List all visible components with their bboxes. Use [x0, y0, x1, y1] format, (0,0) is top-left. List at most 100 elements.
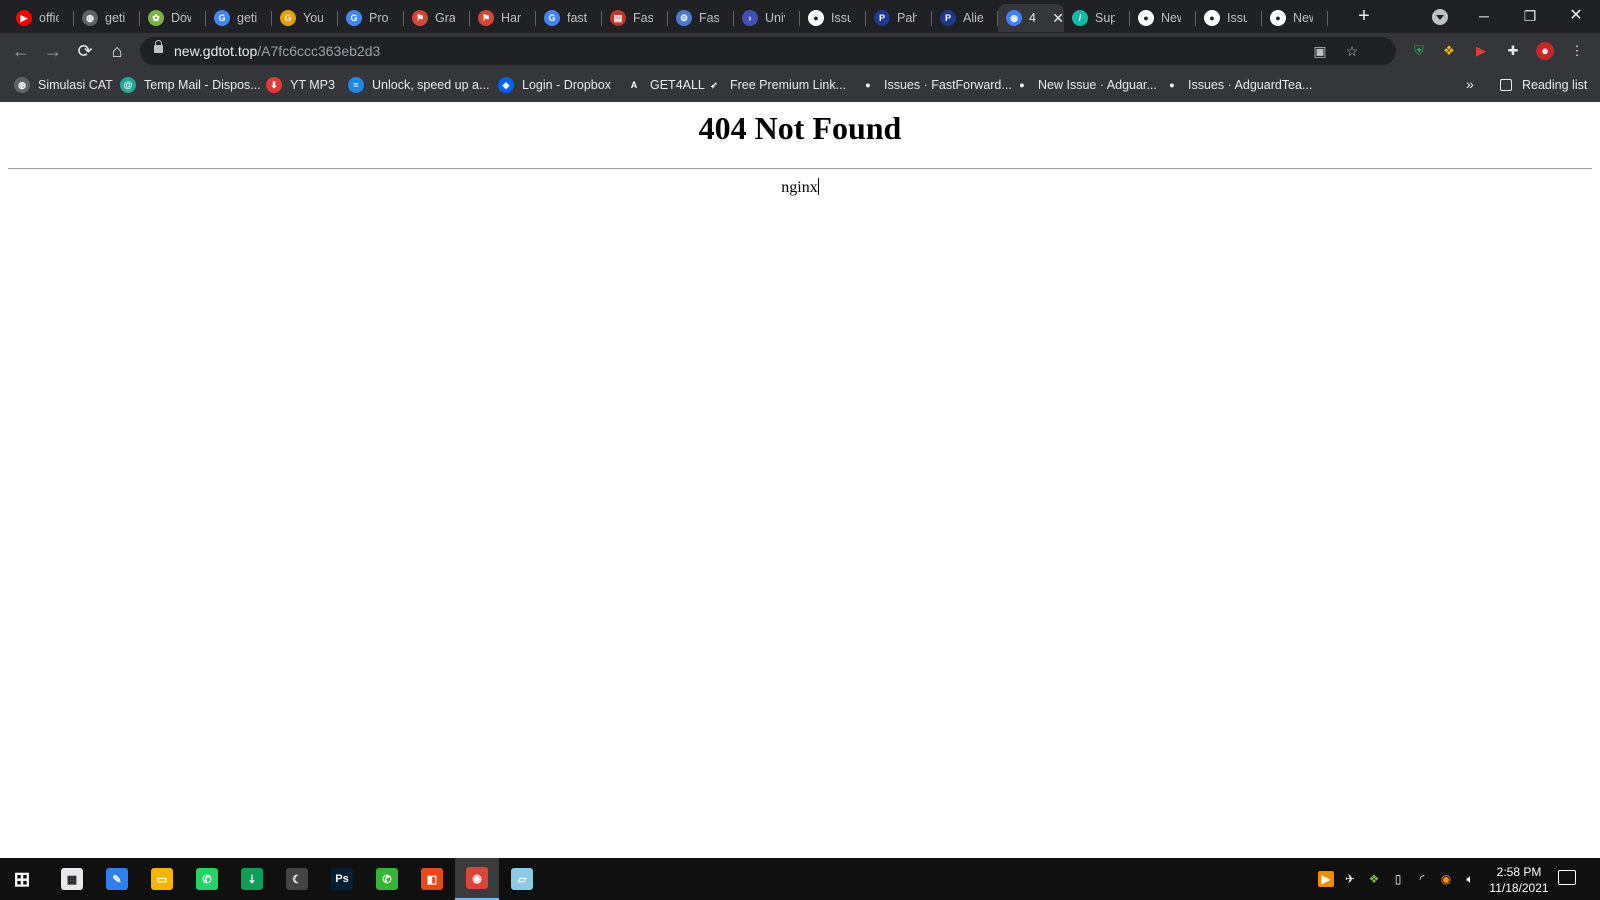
taskbar-app[interactable]: ▱ [500, 858, 544, 900]
tab-7[interactable]: ⚑ Gran [404, 4, 470, 32]
tab-label: Issue [831, 11, 851, 25]
lock-icon[interactable] [154, 40, 163, 53]
system-clock[interactable]: 2:58 PM 11/18/2021 [1484, 864, 1554, 896]
shield-extension-icon[interactable]: ⛨ [1410, 42, 1428, 60]
bookmark-item[interactable]: ➶ Free Premium Link... [706, 76, 846, 94]
tab-10[interactable]: ▤ FastF [602, 4, 668, 32]
tab-6[interactable]: G Prog [338, 4, 404, 32]
bookmark-label: Issues · FastForward... [884, 78, 1012, 92]
tab-label: office [39, 11, 59, 25]
rocket-icon: ➶ [706, 77, 722, 93]
tab-search-icon[interactable] [1432, 9, 1448, 25]
bookmark-item[interactable]: ● Issues · AdguardTea... [1164, 76, 1312, 94]
bookmark-item[interactable]: @ Temp Mail - Dispos... [120, 76, 261, 94]
bookmark-item[interactable]: ◍ Simulasi CAT [14, 76, 113, 94]
bookmark-label: Free Premium Link... [730, 78, 847, 92]
new-tab-button[interactable]: + [1352, 5, 1376, 29]
windows-flag-icon: ⚑ [412, 10, 428, 26]
tab-4[interactable]: Ggetin [206, 4, 272, 32]
globe-icon: ◍ [14, 77, 30, 93]
colorful-extension-icon[interactable]: ❖ [1440, 42, 1458, 60]
taskbar-app[interactable]: ◉ [455, 858, 499, 900]
close-window-button[interactable]: ✕ [1554, 4, 1598, 28]
url-text[interactable]: new.gdtot.top/A7fc6ccc363eb2d3 [174, 43, 380, 59]
globe-icon: ◍ [82, 10, 98, 26]
tab-11[interactable]: ⚙ FastF [668, 4, 734, 32]
github-icon: ● [1164, 77, 1180, 93]
taskbar-app[interactable]: ☾ [275, 858, 319, 900]
address-bar[interactable]: new.gdtot.top/A7fc6ccc363eb2d3 ▣ ☆ [140, 37, 1396, 65]
tab-19[interactable]: ● Issue [1196, 4, 1262, 32]
taskbar-app[interactable]: ▦ [50, 858, 94, 900]
reading-list-icon [1500, 79, 1512, 91]
profile-avatar[interactable]: ● [1536, 42, 1554, 60]
minimize-button[interactable]: ─ [1462, 4, 1506, 28]
qr-code-icon[interactable]: ▣ [1312, 43, 1328, 59]
taskbar-app[interactable]: ◧ [410, 858, 454, 900]
reload-button[interactable]: ⟳ [74, 40, 96, 62]
bookmark-item[interactable]: ⬇ YT MP3 [266, 76, 335, 94]
tab-5[interactable]: G You s [272, 4, 338, 32]
bookmark-label: Temp Mail - Dispos... [144, 78, 261, 92]
reading-list-button[interactable]: Reading list [1500, 76, 1587, 94]
wifi-icon[interactable]: ◜ [1414, 871, 1430, 887]
battery-icon[interactable]: ▯ [1390, 871, 1406, 887]
tab-2[interactable]: ◍ getin [74, 4, 140, 32]
taskbar-app[interactable]: ⇣ [230, 858, 274, 900]
restore-button[interactable]: ❐ [1508, 4, 1552, 28]
pahe-icon: P [874, 10, 890, 26]
tab-3[interactable]: ✿ Down [140, 4, 206, 32]
office-icon: ◧ [421, 868, 443, 890]
menu-kebab-icon[interactable]: ⋮ [1568, 42, 1586, 60]
google-g-yellow-icon: G [280, 10, 296, 26]
start-button[interactable]: ⊞ [0, 858, 44, 900]
tab-9[interactable]: Gfastfo [536, 4, 602, 32]
printer-icon: ▤ [610, 10, 626, 26]
clock-time: 2:58 PM [1496, 865, 1542, 879]
windows-logo-icon: ⊞ [13, 868, 31, 891]
close-tab-icon[interactable]: ✕ [1052, 10, 1064, 27]
reading-list-label: Reading list [1522, 78, 1588, 92]
tab-8[interactable]: ⚑ Harv [470, 4, 536, 32]
tab-13[interactable]: ● Issue [800, 4, 866, 32]
bookmark-item[interactable]: ≈ Unlock, speed up a... [348, 76, 489, 94]
notification-icon[interactable] [1558, 870, 1576, 885]
pahe-icon: P [940, 10, 956, 26]
taskbar-app[interactable]: ✆ [185, 858, 229, 900]
bookmark-item[interactable]: ● Issues · FastForward... [860, 76, 1012, 94]
taskbar-app[interactable]: ▭ [140, 858, 184, 900]
tab-16[interactable]: ◉ 4 ✕ [998, 4, 1064, 32]
colorful-tray-icon[interactable]: ❖ [1366, 871, 1382, 887]
avast-icon[interactable]: ◉ [1438, 871, 1454, 887]
taskbar-app[interactable]: ✆ [365, 858, 409, 900]
tab-14[interactable]: P Pahe [866, 4, 932, 32]
bookmarks-overflow-icon[interactable]: » [1466, 76, 1474, 92]
taskbar-app[interactable]: ✎ [95, 858, 139, 900]
bookmark-label: Unlock, speed up a... [372, 78, 490, 92]
temp-mail-icon: @ [120, 77, 136, 93]
tab-18[interactable]: ● New [1130, 4, 1196, 32]
extensions-puzzle-icon[interactable]: ✚ [1504, 42, 1522, 60]
bookmark-item[interactable]: ◆ Login - Dropbox [498, 76, 611, 94]
back-button[interactable]: ← [10, 40, 32, 62]
bookmark-label: Issues · AdguardTea... [1188, 78, 1313, 92]
play-extension-icon[interactable]: ▶ [1472, 42, 1490, 60]
tab-12[interactable]: › Univ [734, 4, 800, 32]
google-icon: G [544, 10, 560, 26]
taskbar-app[interactable]: Ps [320, 858, 364, 900]
tab-17[interactable]: / Supe [1064, 4, 1130, 32]
tab-label: Univ [765, 11, 785, 25]
bookmark-label: Login - Dropbox [522, 78, 611, 92]
plane-tray-icon[interactable]: ✈ [1342, 871, 1358, 887]
tab-15[interactable]: P Alien [932, 4, 998, 32]
bookmark-star-icon[interactable]: ☆ [1344, 43, 1360, 59]
volume-icon[interactable]: 🔈︎ [1462, 871, 1478, 887]
tab-20[interactable]: ● New [1262, 4, 1328, 32]
home-button[interactable]: ⌂ [106, 40, 128, 62]
forward-button[interactable]: → [42, 40, 64, 62]
tab-1[interactable]: ▶ office [8, 4, 74, 32]
bookmark-item[interactable]: ● New Issue · Adguar... [1014, 76, 1157, 94]
media-tray-icon[interactable]: ▶ [1318, 871, 1334, 887]
bookmark-item[interactable]: A GET4ALL [626, 76, 705, 94]
tab-label: Prog [369, 11, 389, 25]
